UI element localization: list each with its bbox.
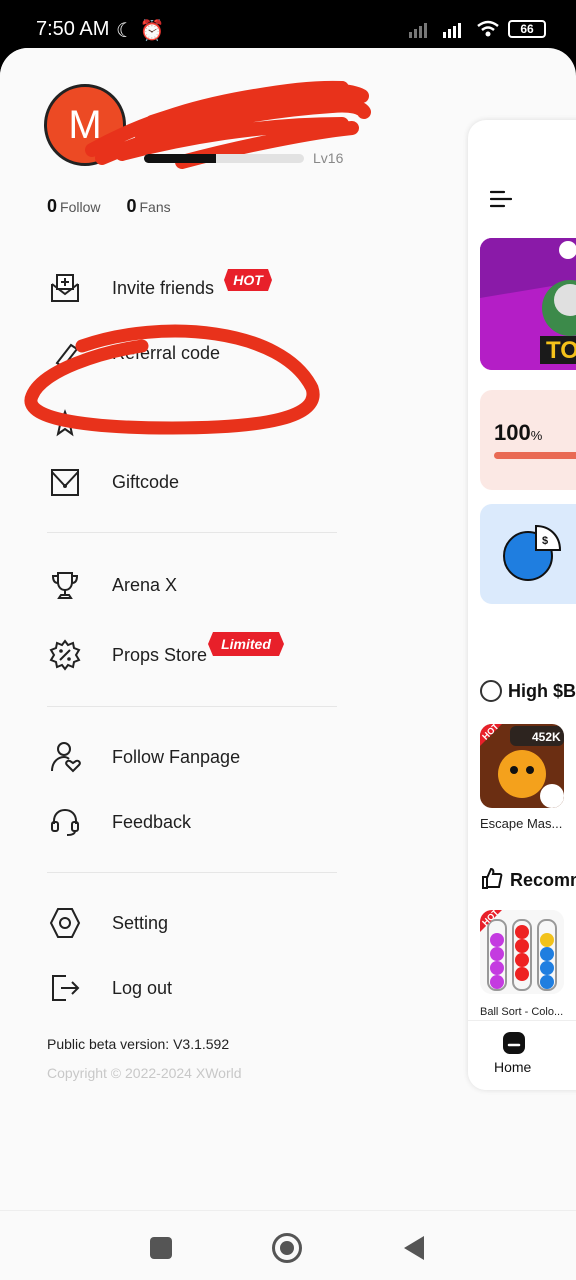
fans-label: Fans	[139, 199, 171, 215]
copyright-text: Copyright © 2022-2024 XWorld	[47, 1065, 242, 1081]
fans-stat[interactable]: 0 Fans	[126, 196, 170, 217]
follow-fanpage-label: Follow Fanpage	[112, 746, 241, 767]
game-thumbnail-ball-sort: HOT	[480, 910, 564, 994]
divider	[47, 532, 337, 533]
main-content-peek[interactable]: TO 100% $ High $B 452K HOT Escape Mas...…	[468, 120, 576, 1090]
progress-value: 100%	[494, 420, 543, 445]
version-text: Public beta version: V3.1.592	[47, 1036, 230, 1052]
gear-icon	[48, 906, 82, 940]
banner-artwork: TO	[480, 238, 576, 370]
app-screen: M Lv16 0 Follow 0 Fans Invite friends HOT	[0, 48, 576, 1280]
svg-text:HOT: HOT	[233, 272, 264, 288]
svg-text:452K: 452K	[532, 730, 561, 744]
divider	[47, 872, 337, 873]
svg-text:$: $	[542, 535, 548, 547]
divider	[47, 706, 337, 707]
menu-item-props-store[interactable]: Props Store	[48, 632, 207, 678]
side-drawer: M Lv16 0 Follow 0 Fans Invite friends HOT	[0, 48, 466, 1208]
section-high-bonus-title: High $B	[508, 680, 576, 701]
status-notification-icons: ☾ ⏰	[116, 18, 164, 43]
discount-badge-icon	[48, 638, 82, 672]
pie-coin-icon: $	[503, 524, 562, 581]
wifi-icon	[477, 20, 499, 37]
game-name-ball-sort: Ball Sort - Colo...	[480, 1006, 564, 1018]
invite-friends-label: Invite friends	[112, 277, 215, 298]
home-button[interactable]	[272, 1233, 302, 1263]
follow-label: Follow	[60, 199, 101, 215]
game-thumbnail-escape: 452K HOT	[480, 724, 564, 808]
fans-count: 0	[126, 196, 137, 216]
level-progress-bar	[144, 154, 304, 163]
logout-icon	[48, 971, 82, 1005]
nav-home-label[interactable]: Home	[494, 1059, 531, 1075]
status-system-icons: 66	[408, 20, 546, 38]
back-button[interactable]	[404, 1236, 424, 1260]
svg-text:Limited: Limited	[221, 636, 271, 652]
menu-item-giftcode[interactable]: Giftcode	[48, 459, 179, 505]
progress-card[interactable]: 100%	[480, 390, 576, 490]
alarm-icon: ⏰	[139, 20, 165, 42]
signal-strong-icon	[443, 23, 461, 38]
hot-badge: HOT	[224, 269, 272, 291]
game-card-escape[interactable]: 452K HOT	[480, 724, 564, 808]
level-progress-fill	[144, 154, 216, 163]
log-out-label: Log out	[112, 977, 173, 998]
earnings-card[interactable]: $	[480, 504, 576, 604]
menu-item-setting[interactable]: Setting	[48, 900, 168, 946]
progress-bar	[494, 452, 576, 459]
feedback-label: Feedback	[112, 811, 192, 832]
section-high-bonus: High $B	[480, 680, 576, 702]
menu-item-invite-friends[interactable]: Invite friends	[48, 265, 214, 311]
user-heart-icon	[48, 740, 82, 774]
status-time: 7:50 AM	[36, 18, 110, 40]
section-recommend: Recomm	[480, 866, 576, 895]
moon-icon: ☾	[116, 20, 134, 42]
section-recommend-title: Recomm	[510, 870, 576, 890]
red-circle-annotation	[24, 324, 320, 435]
home-icon[interactable]	[502, 1031, 526, 1055]
invite-mail-icon	[48, 271, 82, 305]
follow-stat[interactable]: 0 Follow	[47, 196, 100, 217]
promo-banner[interactable]: TO	[480, 238, 576, 370]
menu-item-feedback[interactable]: Feedback	[48, 799, 191, 845]
system-navigation-bar	[0, 1210, 576, 1280]
level-label: Lv16	[313, 150, 344, 166]
headset-icon	[48, 805, 82, 839]
setting-label: Setting	[112, 912, 169, 933]
limited-badge: Limited	[208, 632, 284, 656]
giftcode-label: Giftcode	[112, 471, 180, 492]
thumbs-up-icon	[480, 866, 504, 895]
coin-icon	[480, 680, 502, 702]
menu-icon[interactable]	[490, 190, 512, 208]
arena-x-label: Arena X	[112, 574, 178, 595]
signal-icon	[409, 23, 427, 38]
follow-count: 0	[47, 196, 58, 216]
menu-item-follow-fanpage[interactable]: Follow Fanpage	[48, 734, 240, 780]
trophy-icon	[48, 568, 82, 602]
gift-envelope-icon	[48, 465, 82, 499]
recent-apps-button[interactable]	[150, 1237, 172, 1259]
menu-item-arena-x[interactable]: Arena X	[48, 562, 177, 608]
game-name-escape: Escape Mas...	[480, 816, 563, 831]
bottom-nav: Home	[468, 1020, 576, 1090]
battery-icon: 66	[508, 20, 546, 38]
profile-stats: 0 Follow 0 Fans	[47, 196, 171, 217]
svg-text:TO: TO	[546, 337, 576, 364]
menu-item-log-out[interactable]: Log out	[48, 965, 172, 1011]
game-card-ball-sort[interactable]: HOT	[480, 910, 564, 994]
props-store-label: Props Store	[112, 644, 208, 665]
